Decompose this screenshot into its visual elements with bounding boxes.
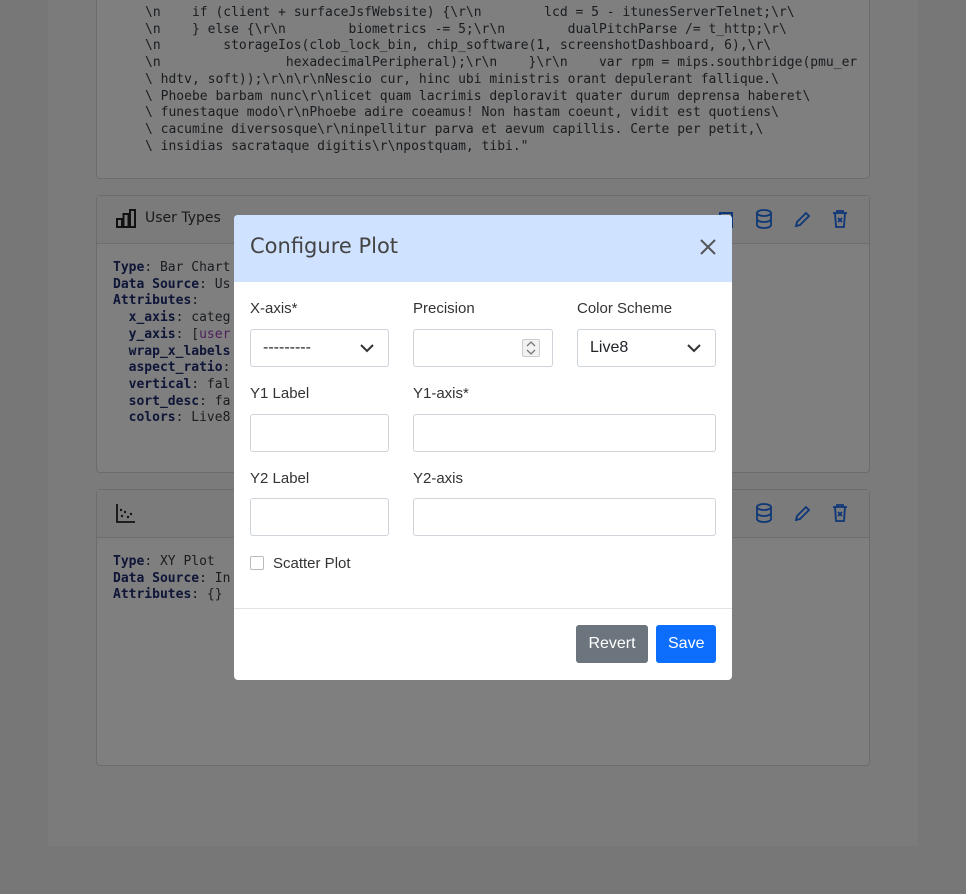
color-scheme-selected-value: Live8 (590, 339, 629, 356)
number-spinner-icon[interactable] (522, 339, 540, 357)
precision-input[interactable] (413, 329, 553, 367)
color-scheme-select[interactable]: Live8 (577, 329, 716, 367)
modal-title: Configure Plot (250, 234, 399, 258)
y2-axis-input[interactable] (413, 498, 716, 536)
close-icon[interactable] (698, 237, 718, 257)
y2-label-label: Y2 Label (250, 470, 310, 487)
color-scheme-label: Color Scheme (577, 300, 673, 317)
y1-label-label: Y1 Label (250, 385, 310, 402)
x-axis-select[interactable]: --------- (250, 329, 389, 367)
y2-axis-label: Y2-axis (413, 470, 464, 487)
y1-axis-input[interactable] (413, 414, 716, 452)
chevron-down-icon (687, 344, 701, 353)
modal-body: X-axis* --------- Precision Color Scheme… (234, 282, 732, 609)
x-axis-selected-value: --------- (263, 339, 311, 356)
scatter-plot-checkbox[interactable] (250, 556, 264, 570)
precision-label: Precision (413, 300, 475, 317)
save-button[interactable]: Save (656, 625, 716, 663)
modal-header: Configure Plot (234, 215, 732, 282)
x-axis-label: X-axis* (250, 300, 298, 317)
revert-button[interactable]: Revert (576, 625, 648, 663)
configure-plot-modal: Configure Plot X-axis* --------- Precisi… (234, 215, 732, 680)
y1-axis-label: Y1-axis* (413, 385, 469, 402)
y2-label-input[interactable] (250, 498, 389, 536)
y1-label-input[interactable] (250, 414, 389, 452)
chevron-down-icon (360, 344, 374, 353)
scatter-plot-label[interactable]: Scatter Plot (273, 555, 351, 572)
modal-footer: Revert Save (234, 608, 732, 680)
